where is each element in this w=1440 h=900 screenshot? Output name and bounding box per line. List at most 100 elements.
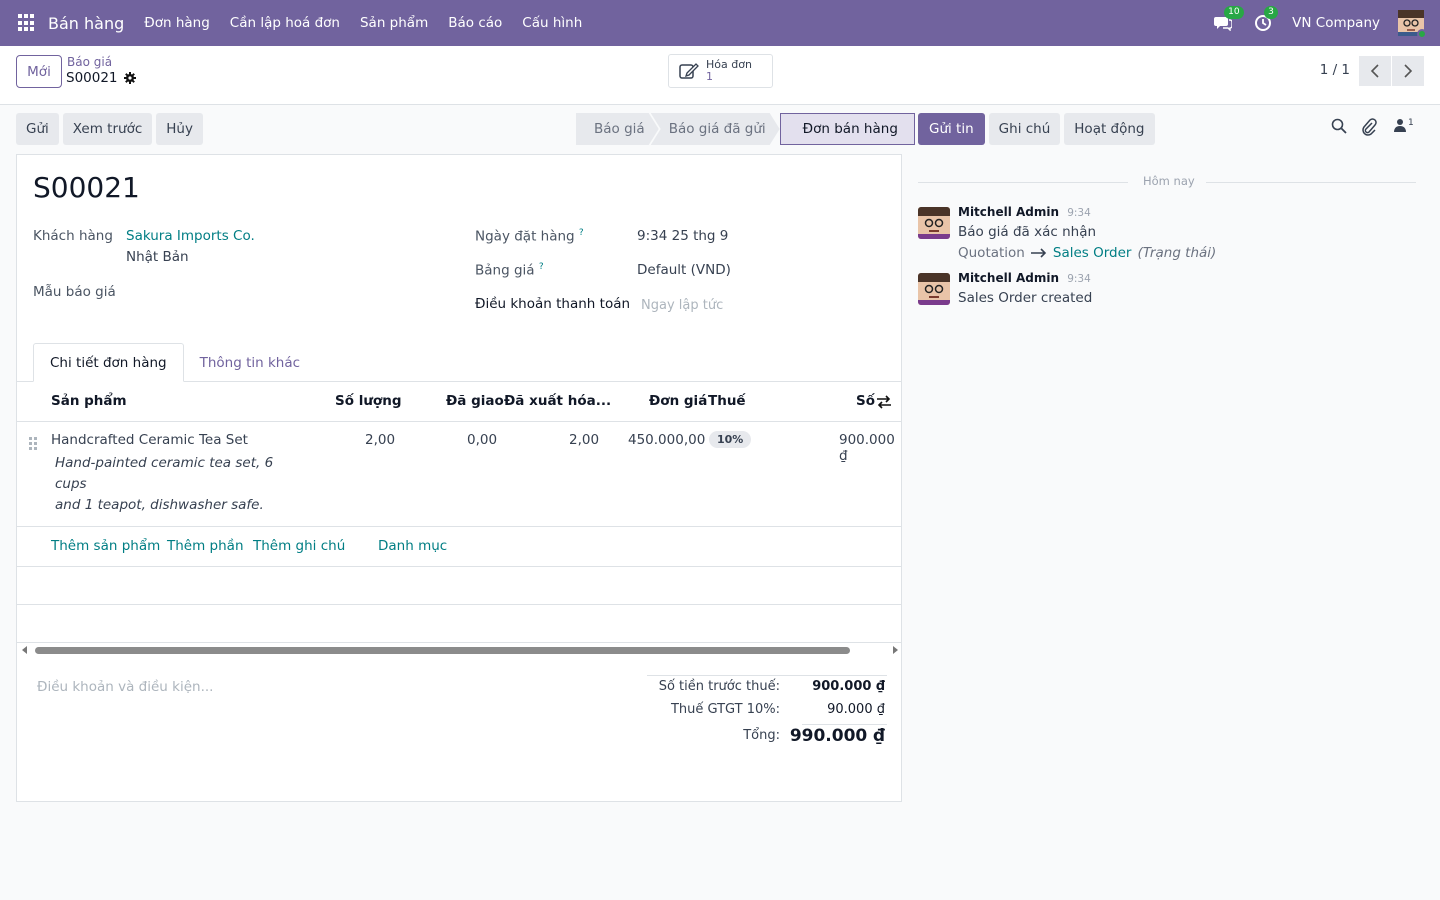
messages-count-badge: 10 [1224, 6, 1244, 19]
line-quantity[interactable]: 2,00 [365, 432, 395, 448]
menu-orders[interactable]: Đơn hàng [144, 15, 210, 31]
empty-row [17, 605, 901, 643]
stage-quotation-sent[interactable]: Báo giá đã gửi [651, 113, 780, 145]
cancel-order-button[interactable]: Hủy [156, 113, 203, 145]
line-unit-price[interactable]: 450.000,00 [628, 432, 705, 448]
horizontal-scrollbar[interactable] [17, 643, 901, 657]
user-avatar[interactable] [1398, 10, 1427, 39]
gear-icon[interactable] [123, 72, 136, 84]
menu-reporting[interactable]: Báo cáo [448, 15, 502, 31]
col-unit-price[interactable]: Đơn giá [649, 393, 707, 409]
breadcrumb-parent[interactable]: Báo giá [67, 55, 112, 69]
add-note-link[interactable]: Thêm ghi chú [253, 538, 345, 554]
add-section-link[interactable]: Thêm phần [167, 538, 244, 554]
col-delivered[interactable]: Đã giao [446, 393, 504, 409]
app-name[interactable]: Bán hàng [48, 14, 124, 33]
menu-products[interactable]: Sản phẩm [360, 15, 428, 31]
payment-terms-field[interactable]: Ngay lập tức [641, 298, 723, 313]
line-description-2: and 1 teapot, dishwasher safe. [55, 497, 264, 513]
line-description[interactable]: Hand-painted ceramic tea set, 6 cups and… [55, 453, 295, 516]
today-label: Hôm nay [1143, 174, 1195, 188]
col-subtotal[interactable]: Số [856, 393, 875, 409]
customer-label: Khách hàng [33, 228, 113, 244]
app-menu-grid-icon[interactable] [18, 14, 36, 32]
pricelist-label-wrap: Bảng giá ? [475, 262, 544, 279]
activities-button[interactable]: 3 [1252, 6, 1278, 34]
scrollbar-thumb[interactable] [35, 647, 850, 654]
activity-button[interactable]: Hoạt động [1064, 113, 1155, 145]
empty-row [17, 567, 901, 605]
catalog-link[interactable]: Danh mục [378, 538, 447, 554]
send-by-email-button[interactable]: Gửi [16, 113, 59, 145]
line-delivered[interactable]: 0,00 [467, 432, 497, 448]
tab-order-lines[interactable]: Chi tiết đơn hàng [33, 343, 184, 382]
pricelist-help-icon[interactable]: ? [539, 262, 544, 272]
tracking-old-value: Quotation [958, 245, 1025, 261]
avatar[interactable] [918, 273, 950, 305]
add-line-row: Thêm sản phẩm Thêm phần Thêm ghi chú Dan… [17, 527, 901, 567]
scroll-right-icon[interactable] [893, 646, 898, 654]
message-author[interactable]: Mitchell Admin 9:34 [958, 205, 1091, 219]
paperclip-icon[interactable] [1361, 118, 1377, 136]
order-date-help-icon[interactable]: ? [579, 228, 584, 238]
message-author[interactable]: Mitchell Admin 9:34 [958, 271, 1091, 285]
menu-configuration[interactable]: Cấu hình [522, 15, 582, 31]
line-product[interactable]: Handcrafted Ceramic Tea Set [51, 432, 248, 448]
followers-button[interactable]: 1 [1394, 118, 1414, 132]
activities-count-badge: 3 [1264, 6, 1278, 19]
col-invoiced[interactable]: Đã xuất hóa... [504, 393, 611, 409]
edit-document-icon [679, 63, 699, 79]
stage-sales-order[interactable]: Đơn bán hàng [779, 113, 915, 145]
col-product[interactable]: Sản phẩm [51, 393, 127, 409]
author-face-icon [918, 273, 950, 305]
main-menu: Đơn hàng Cần lập hoá đơn Sản phẩm Báo cá… [144, 15, 582, 31]
table-row[interactable]: Handcrafted Ceramic Tea Set Hand-painted… [17, 423, 901, 527]
invoices-smart-button[interactable]: Hóa đơn 1 [668, 54, 773, 88]
message-body: Sales Order created [958, 290, 1093, 306]
systray: 10 3 VN Company [1212, 0, 1427, 46]
terms-conditions-field[interactable]: Điều khoản và điều kiện... [37, 679, 213, 695]
pricelist-value[interactable]: Default (VND) [637, 262, 731, 278]
customer-link[interactable]: Sakura Imports Co. [126, 228, 255, 244]
company-switcher[interactable]: VN Company [1292, 15, 1380, 31]
order-date-label: Ngày đặt hàng [475, 228, 575, 245]
line-tax-badge[interactable]: 10% [709, 431, 752, 448]
pager-next-button[interactable] [1392, 56, 1424, 86]
col-taxes[interactable]: Thuế [708, 393, 746, 409]
order-lines-header: Sản phẩm Số lượng Đã giao Đã xuất hóa...… [17, 382, 901, 422]
new-button[interactable]: Mới [16, 55, 62, 88]
message-author-name[interactable]: Mitchell Admin [958, 271, 1059, 285]
notebook-tabs: Chi tiết đơn hàng Thông tin khác [33, 343, 316, 382]
status-bar: Báo giá Báo giá đã gửi Đơn bán hàng [576, 113, 915, 145]
optional-columns-toggle-icon[interactable] [876, 395, 892, 409]
chatter-topbar: Gửi tin Ghi chú Hoạt động [918, 113, 1155, 145]
untaxed-amount-label: Số tiền trước thuế: [658, 679, 780, 694]
drag-handle-icon[interactable] [29, 437, 37, 450]
order-date-value[interactable]: 9:34 25 thg 9 [637, 228, 728, 244]
author-face-icon [918, 207, 950, 239]
search-icon[interactable] [1331, 118, 1347, 134]
log-note-button[interactable]: Ghi chú [988, 113, 1061, 145]
order-reference-title: S00021 [33, 171, 140, 204]
line-description-1: Hand-painted ceramic tea set, 6 cups [55, 455, 274, 492]
menu-to-invoice[interactable]: Cần lập hoá đơn [230, 15, 340, 31]
chevron-right-icon [1404, 64, 1413, 78]
top-navbar: Bán hàng Đơn hàng Cần lập hoá đơn Sản ph… [0, 0, 1440, 46]
breadcrumb-current: S00021 [66, 70, 136, 86]
message-author-name[interactable]: Mitchell Admin [958, 205, 1059, 219]
chevron-left-icon [1370, 64, 1379, 78]
pager-value[interactable]: 1 / 1 [1320, 62, 1350, 78]
tab-other-info[interactable]: Thông tin khác [184, 343, 316, 382]
pager-previous-button[interactable] [1359, 56, 1391, 86]
col-quantity[interactable]: Số lượng [335, 393, 402, 409]
stage-quotation[interactable]: Báo giá [576, 113, 659, 145]
send-message-button[interactable]: Gửi tin [918, 113, 985, 145]
messaging-button[interactable]: 10 [1212, 6, 1244, 34]
add-product-link[interactable]: Thêm sản phẩm [51, 538, 160, 554]
preview-button[interactable]: Xem trước [62, 113, 153, 145]
avatar[interactable] [918, 207, 950, 239]
form-action-bar: Gửi Xem trước Hủy [16, 113, 203, 145]
line-subtotal: 900.000 ₫ [839, 432, 895, 464]
line-invoiced: 2,00 [569, 432, 600, 448]
scroll-left-icon[interactable] [22, 646, 27, 654]
